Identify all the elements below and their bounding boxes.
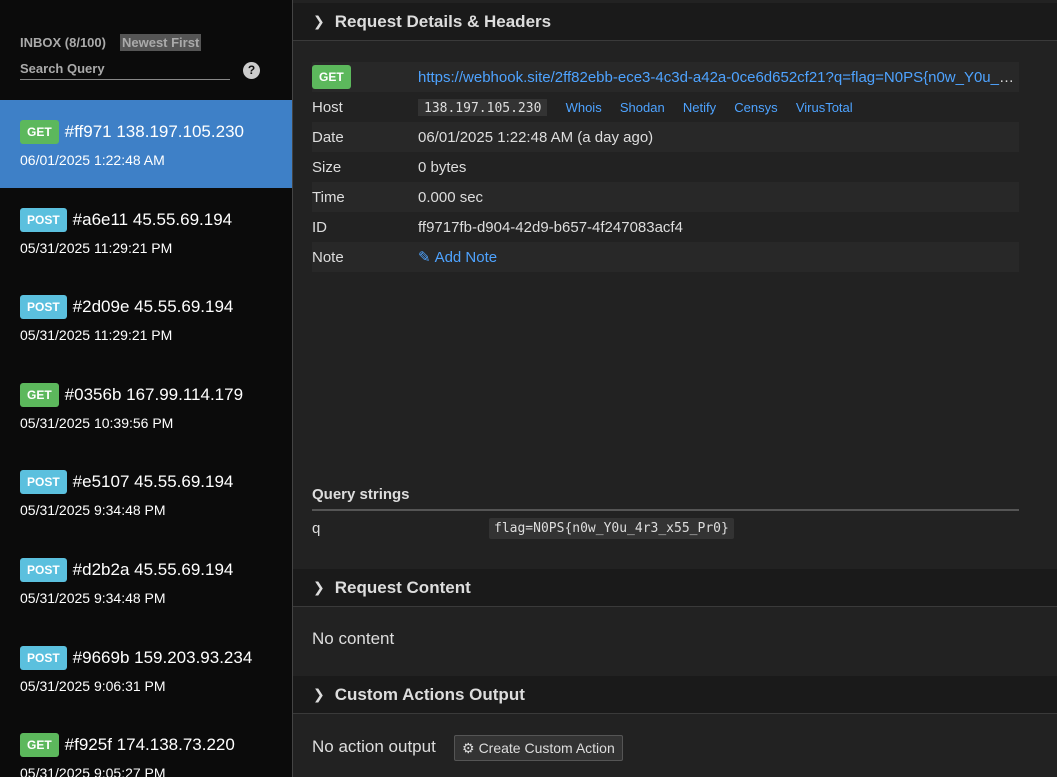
request-summary: GET #f925f 174.138.73.220	[20, 733, 272, 758]
url-cell: https://webhook.site/2ff82ebb-ece3-4c3d-…	[418, 69, 1019, 86]
help-icon[interactable]: ?	[243, 62, 260, 79]
method-badge: GET	[20, 733, 59, 758]
chevron-down-icon: ❯	[313, 13, 325, 29]
request-title: #ff971 138.197.105.230	[64, 122, 244, 141]
note-label: Note	[312, 248, 344, 266]
time-value: 0.000 sec	[418, 188, 484, 206]
request-summary: POST #9669b 159.203.93.234	[20, 645, 272, 670]
inbox-count: INBOX (8/100)	[20, 34, 106, 50]
actions-section-title: Custom Actions Output	[334, 684, 525, 704]
method-badge: POST	[20, 207, 67, 232]
details-table: GET https://webhook.site/2ff82ebb-ece3-4…	[312, 62, 1019, 272]
host-row: Host 138.197.105.230 Whois Shodan Netify…	[312, 92, 1019, 122]
chevron-down-icon: ❯	[313, 579, 325, 595]
sort-toggle[interactable]: Newest First	[119, 33, 202, 51]
chevron-down-icon: ❯	[313, 686, 325, 702]
whois-link[interactable]: Whois	[566, 100, 602, 115]
date-row: Date 06/01/2025 1:22:48 AM (a day ago)	[312, 122, 1019, 152]
time-row: Time 0.000 sec	[312, 182, 1019, 212]
method-cell: GET	[312, 65, 418, 89]
request-timestamp: 05/31/2025 11:29:21 PM	[20, 327, 173, 344]
no-action-output-text: No action output	[312, 737, 436, 756]
method-badge: POST	[20, 645, 67, 670]
request-list-item[interactable]: POST #9669b 159.203.93.234 05/31/2025 9:06…	[0, 626, 292, 714]
details-section-header[interactable]: ❯ Request Details & Headers	[293, 3, 1057, 41]
method-badge: POST	[20, 557, 67, 582]
query-strings-title: Query strings	[312, 486, 1019, 511]
method-badge: GET	[20, 120, 59, 144]
id-row: ID ff9717fb-d904-42d9-b657-4f247083acf4	[312, 212, 1019, 242]
add-note-label: Add Note	[434, 249, 498, 266]
method-badge: POST	[20, 470, 67, 495]
create-custom-action-label: Create Custom Action	[478, 740, 615, 756]
add-note-button[interactable]: ✎ Add Note	[418, 248, 1019, 266]
request-title: #0356b 167.99.114.179	[64, 384, 244, 404]
id-label: ID	[312, 218, 327, 236]
content-section-header[interactable]: ❯ Request Content	[293, 569, 1057, 607]
request-timestamp: 05/31/2025 11:29:21 PM	[20, 239, 173, 256]
query-value: flag=N0PS{n0w_Y0u_4r3_x55_Pr0}	[489, 517, 734, 539]
request-summary: POST #2d09e 45.55.69.194	[20, 295, 272, 320]
request-title: #e5107 45.55.69.194	[72, 472, 234, 492]
request-list-item[interactable]: POST #d2b2a 45.55.69.194 05/31/2025 9:34:4…	[0, 538, 292, 626]
request-title: #d2b2a 45.55.69.194	[72, 559, 234, 579]
request-timestamp: 05/31/2025 10:39:56 PM	[20, 414, 174, 431]
query-key: q	[312, 519, 321, 537]
request-timestamp: 05/31/2025 9:05:27 PM	[20, 765, 166, 777]
request-title: #a6e11 45.55.69.194	[72, 209, 233, 229]
pencil-icon: ✎	[418, 249, 431, 266]
create-custom-action-button[interactable]: ⚙ Create Custom Action	[454, 735, 623, 761]
size-row: Size 0 bytes	[312, 152, 1019, 182]
request-list-item[interactable]: POST #a6e11 45.55.69.194 05/31/2025 11:29:…	[0, 188, 292, 276]
request-list-item[interactable]: GET #f925f 174.138.73.220 05/31/2025 9:05:…	[0, 713, 292, 777]
request-timestamp: 05/31/2025 9:34:48 PM	[20, 589, 166, 606]
request-summary: POST #d2b2a 45.55.69.194	[20, 557, 272, 582]
request-list-item[interactable]: GET #0356b 167.99.114.179 05/31/2025 10:39…	[0, 363, 292, 451]
time-label: Time	[312, 188, 345, 206]
main-panel: ❯ Request Details & Headers GET https://…	[292, 0, 1057, 777]
request-list: GET #ff971 138.197.105.230 06/01/2025 1:22…	[0, 100, 292, 777]
request-title: #2d09e 45.55.69.194	[72, 297, 234, 317]
search-input[interactable]	[20, 58, 230, 78]
request-timestamp: 05/31/2025 9:06:31 PM	[20, 677, 166, 694]
actions-section-header[interactable]: ❯ Custom Actions Output	[293, 676, 1057, 714]
request-list-item[interactable]: POST #2d09e 45.55.69.194 05/31/2025 11:29:…	[0, 275, 292, 363]
shodan-link[interactable]: Shodan	[620, 100, 665, 115]
details-section-title: Request Details & Headers	[334, 11, 552, 31]
method-badge: POST	[20, 295, 67, 320]
method-badge: GET	[312, 65, 351, 89]
content-section-title: Request Content	[334, 577, 471, 597]
request-summary: POST #e5107 45.55.69.194	[20, 470, 272, 495]
virustotal-link[interactable]: VirusTotal	[796, 100, 853, 115]
request-list-item[interactable]: POST #e5107 45.55.69.194 05/31/2025 9:34:4…	[0, 450, 292, 538]
netify-link[interactable]: Netify	[683, 100, 716, 115]
date-value: 06/01/2025 1:22:48 AM (a day ago)	[418, 128, 654, 146]
host-value: 138.197.105.230 Whois Shodan Netify Cens…	[418, 98, 1019, 116]
note-row: Note ✎ Add Note	[312, 242, 1019, 272]
censys-link[interactable]: Censys	[734, 100, 777, 115]
request-summary: GET #0356b 167.99.114.179	[20, 382, 272, 407]
query-string-row: q flag=N0PS{n0w_Y0u_4r3_x55_Pr0}	[312, 515, 1019, 541]
id-value: ff9717fb-d904-42d9-b657-4f247083acf4	[418, 218, 683, 236]
request-url-link[interactable]: https://webhook.site/2ff82ebb-ece3-4c3d-…	[418, 69, 1019, 86]
method-badge: GET	[20, 382, 59, 407]
sidebar: INBOX (8/100) Newest First ? GET #ff971 1…	[0, 0, 292, 777]
gear-icon: ⚙	[462, 739, 475, 756]
date-label: Date	[312, 128, 344, 146]
request-title: #f925f 174.138.73.220	[64, 735, 235, 755]
request-list-item[interactable]: GET #ff971 138.197.105.230 06/01/2025 1:22…	[0, 100, 292, 188]
request-timestamp: 05/31/2025 9:34:48 PM	[20, 502, 166, 519]
size-value: 0 bytes	[418, 158, 467, 176]
host-ip: 138.197.105.230	[418, 98, 548, 116]
no-content-text: No content	[312, 629, 395, 648]
size-label: Size	[312, 158, 342, 176]
inbox-header: INBOX (8/100) Newest First	[20, 33, 202, 51]
search-field[interactable]	[20, 58, 230, 80]
url-row: GET https://webhook.site/2ff82ebb-ece3-4…	[312, 62, 1019, 92]
request-summary: GET #ff971 138.197.105.230	[20, 120, 272, 144]
request-title: #9669b 159.203.93.234	[72, 647, 253, 667]
host-label: Host	[312, 98, 343, 116]
request-summary: POST #a6e11 45.55.69.194	[20, 207, 272, 232]
request-timestamp: 06/01/2025 1:22:48 AM	[20, 152, 165, 168]
